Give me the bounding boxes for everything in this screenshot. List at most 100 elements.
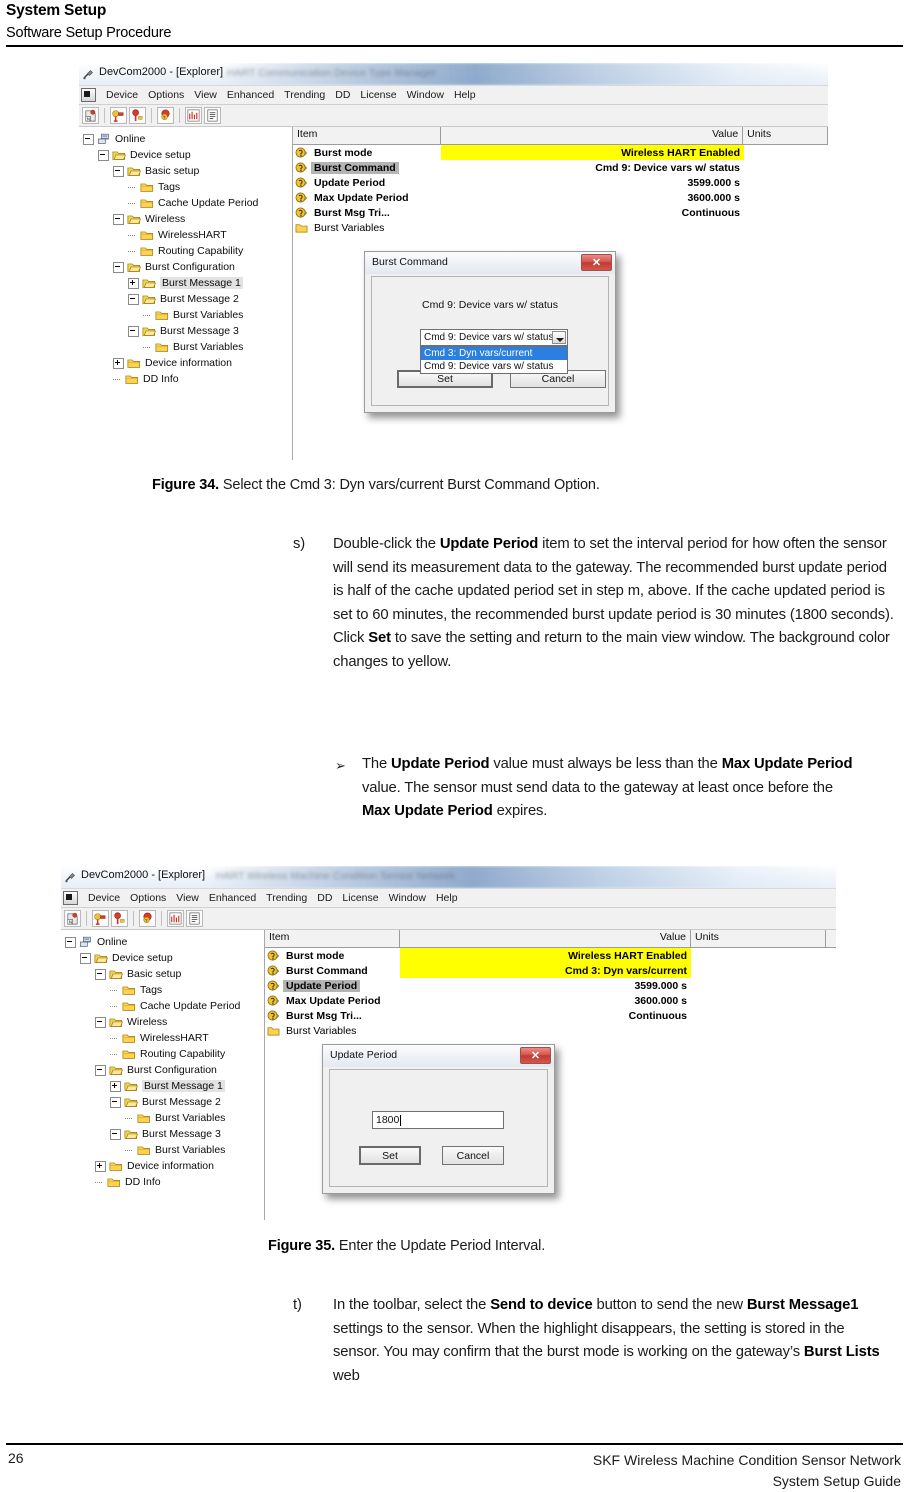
tree-item-burst-configuration[interactable]: Burst Configuration [79, 259, 292, 275]
close-icon[interactable]: ✕ [581, 254, 612, 271]
menu-item-help[interactable]: Help [431, 892, 463, 904]
menu-item-options[interactable]: Options [143, 89, 189, 101]
tree-item-device-setup[interactable]: Device setup [79, 147, 292, 163]
document-icon[interactable] [204, 107, 221, 124]
tree-item-burst-message-2[interactable]: Burst Message 2 [79, 291, 292, 307]
cancel-button[interactable]: Cancel [442, 1146, 504, 1165]
grid-row[interactable]: Max Update Period 3600.000 s [293, 190, 828, 205]
tree-item-burst-variables[interactable]: Burst Variables [79, 339, 292, 355]
grid-row[interactable]: Max Update Period 3600.000 s [265, 993, 836, 1008]
grid-row[interactable]: Update Period 3599.000 s [293, 175, 828, 190]
grid-row[interactable]: Burst mode Wireless HART Enabled [265, 948, 836, 963]
grid-row[interactable]: Burst Command Cmd 9: Device vars w/ statu… [293, 160, 828, 175]
tree-item-burst-message-1[interactable]: Burst Message 1 [79, 275, 292, 291]
grid-row[interactable]: Burst Variables [265, 1023, 836, 1038]
set-button[interactable]: Set [359, 1146, 421, 1165]
toolbar[interactable]: N ? [61, 908, 836, 930]
menu-item-dd[interactable]: DD [330, 89, 355, 101]
menu-item-enhanced[interactable]: Enhanced [204, 892, 261, 904]
tree-item-cache-update-period[interactable]: Cache Update Period [61, 998, 264, 1014]
menu-item-device[interactable]: Device [83, 892, 125, 904]
expand-icon[interactable] [113, 357, 124, 369]
save-to-file-icon[interactable]: N [64, 910, 81, 927]
tree-item-routing-capability[interactable]: Routing Capability [61, 1046, 264, 1062]
collapse-icon[interactable] [128, 293, 139, 305]
menu-item-license[interactable]: License [355, 89, 401, 101]
menu-item-dd[interactable]: DD [312, 892, 337, 904]
system-menu-icon[interactable] [81, 88, 96, 102]
receive-from-device-icon[interactable] [111, 910, 128, 927]
burst-command-dialog[interactable]: Burst Command ✕ Cmd 9: Device vars w/ st… [364, 251, 616, 413]
receive-from-device-icon[interactable] [129, 107, 146, 124]
update-period-dialog[interactable]: Update Period ✕ 1800 Set Cancel [322, 1044, 555, 1194]
tree-item-device-information[interactable]: Device information [79, 355, 292, 371]
update-period-input[interactable]: 1800 [372, 1111, 504, 1129]
expand-icon[interactable] [128, 277, 139, 289]
dialog-titlebar[interactable]: Update Period ✕ [323, 1045, 554, 1067]
tree-item-dd-info[interactable]: DD Info [61, 1174, 264, 1190]
tree-item-burst-message-3[interactable]: Burst Message 3 [79, 323, 292, 339]
grid-row[interactable]: Burst Command Cmd 3: Dyn vars/current [265, 963, 836, 978]
menu-item-trending[interactable]: Trending [279, 89, 330, 101]
devcom2000-window-figure34[interactable]: DevCom2000 - [Explorer] HART Communicati… [79, 63, 828, 460]
system-menu-icon[interactable] [63, 891, 78, 905]
tree-item-wirelesshart[interactable]: WirelessHART [61, 1030, 264, 1046]
menu-item-enhanced[interactable]: Enhanced [222, 89, 279, 101]
collapse-icon[interactable] [95, 1016, 106, 1028]
tree-item-burst-variables[interactable]: Burst Variables [61, 1110, 264, 1126]
chevron-down-icon[interactable] [552, 331, 566, 344]
collapse-icon[interactable] [113, 213, 124, 225]
close-icon[interactable]: ✕ [520, 1047, 551, 1064]
tree-item-online[interactable]: Online [79, 131, 292, 147]
collapse-icon[interactable] [110, 1128, 121, 1140]
grid-row[interactable]: Burst Msg Tri... Continuous [265, 1008, 836, 1023]
tree-item-wirelesshart[interactable]: WirelessHART [79, 227, 292, 243]
tree-item-basic-setup[interactable]: Basic setup [61, 966, 264, 982]
document-icon[interactable] [186, 910, 203, 927]
burst-command-dropdown-list[interactable]: Cmd 3: Dyn vars/current Cmd 9: Device va… [420, 346, 568, 374]
tree-item-burst-message-1[interactable]: Burst Message 1 [61, 1078, 264, 1094]
collapse-icon[interactable] [95, 1064, 106, 1076]
navigation-tree[interactable]: Online Device setup Basic setup Tags Cache U… [79, 127, 293, 460]
tree-item-device-information[interactable]: Device information [61, 1158, 264, 1174]
menu-bar[interactable]: Device Options View Enhanced Trending DD… [79, 85, 828, 105]
collapse-icon[interactable] [110, 1096, 121, 1108]
grid-row[interactable]: Burst Variables [293, 220, 828, 235]
menu-item-view[interactable]: View [189, 89, 222, 101]
tree-item-device-setup[interactable]: Device setup [61, 950, 264, 966]
burst-command-combobox[interactable]: Cmd 9: Device vars w/ status [420, 329, 568, 346]
devcom2000-window-figure35[interactable]: DevCom2000 - [Explorer] HART Wireless Ma… [61, 866, 836, 1220]
menu-item-help[interactable]: Help [449, 89, 481, 101]
menu-item-options[interactable]: Options [125, 892, 171, 904]
tree-item-routing-capability[interactable]: Routing Capability [79, 243, 292, 259]
chart-icon[interactable] [185, 107, 202, 124]
tree-item-wireless[interactable]: Wireless [79, 211, 292, 227]
tree-item-burst-variables[interactable]: Burst Variables [61, 1142, 264, 1158]
grid-header-value[interactable]: Value [400, 930, 691, 947]
tree-item-wireless[interactable]: Wireless [61, 1014, 264, 1030]
tree-item-burst-configuration[interactable]: Burst Configuration [61, 1062, 264, 1078]
save-to-file-icon[interactable]: N [82, 107, 99, 124]
collapse-icon[interactable] [65, 936, 76, 948]
collapse-icon[interactable] [98, 149, 109, 161]
collapse-icon[interactable] [113, 261, 124, 273]
collapse-icon[interactable] [113, 165, 124, 177]
dropdown-option-cmd3[interactable]: Cmd 3: Dyn vars/current [421, 347, 567, 360]
menu-bar[interactable]: Device Options View Enhanced Trending DD… [61, 888, 836, 908]
grid-row[interactable]: Burst Msg Tri... Continuous [293, 205, 828, 220]
tree-item-basic-setup[interactable]: Basic setup [79, 163, 292, 179]
menu-item-window[interactable]: Window [384, 892, 431, 904]
grid-row[interactable]: Burst mode Wireless HART Enabled [293, 145, 828, 160]
grid-header-item[interactable]: Item [265, 930, 400, 947]
tree-item-burst-message-2[interactable]: Burst Message 2 [61, 1094, 264, 1110]
send-to-device-icon[interactable] [110, 107, 127, 124]
tree-item-dd-info[interactable]: DD Info [79, 371, 292, 387]
dialog-titlebar[interactable]: Burst Command ✕ [365, 252, 615, 274]
expand-icon[interactable] [95, 1160, 106, 1172]
grid-row[interactable]: Update Period 3599.000 s [265, 978, 836, 993]
grid-header-units[interactable]: Units [743, 127, 828, 144]
tree-item-burst-variables[interactable]: Burst Variables [79, 307, 292, 323]
menu-item-device[interactable]: Device [101, 89, 143, 101]
navigation-tree[interactable]: Online Device setup Basic setup Tags Cache U… [61, 930, 265, 1220]
window-titlebar[interactable]: DevCom2000 - [Explorer] HART Communicati… [79, 63, 828, 85]
